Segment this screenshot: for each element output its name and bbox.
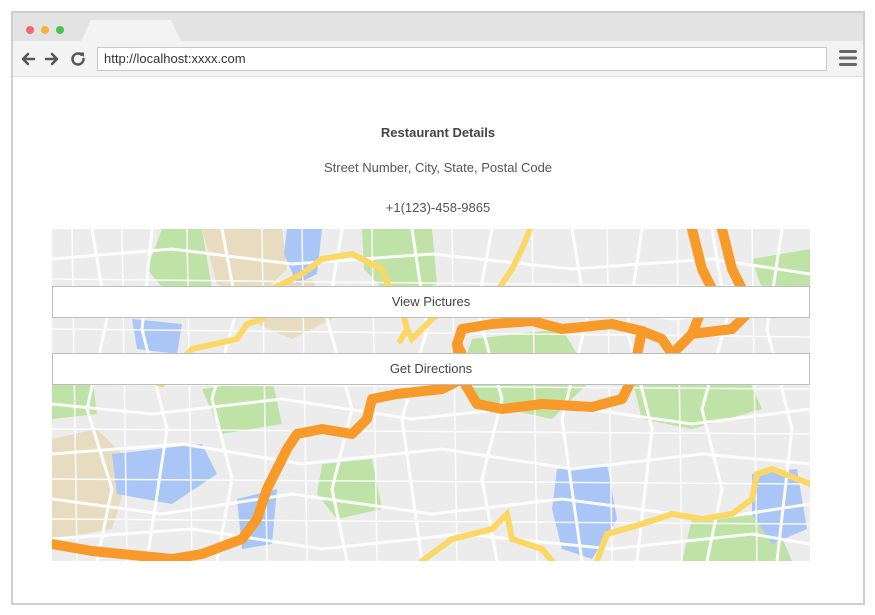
browser-tab[interactable] [81,20,181,41]
forward-arrow-icon[interactable] [43,50,61,68]
address-bar[interactable]: http://localhost:xxxx.com [97,47,827,71]
get-directions-button[interactable]: Get Directions [52,353,810,385]
browser-window: http://localhost:xxxx.com Restaurant Det… [11,11,865,605]
maximize-window-dot-icon[interactable] [56,26,64,34]
browser-toolbar: http://localhost:xxxx.com [13,41,863,77]
map-image [52,229,810,561]
minimize-window-dot-icon[interactable] [41,26,49,34]
close-window-dot-icon[interactable] [26,26,34,34]
restaurant-address: Street Number, City, State, Postal Code [323,160,553,175]
restaurant-phone: +1(123)-458-9865 [385,200,491,215]
back-arrow-icon[interactable] [19,50,37,68]
reload-icon[interactable] [69,50,87,68]
map-view[interactable] [52,229,810,561]
hamburger-menu-icon[interactable] [838,49,858,67]
restaurant-title: Restaurant Details [380,125,496,140]
view-pictures-button[interactable]: View Pictures [52,286,810,318]
title-bar [13,13,863,41]
page-content: Restaurant Details Street Number, City, … [13,77,863,603]
